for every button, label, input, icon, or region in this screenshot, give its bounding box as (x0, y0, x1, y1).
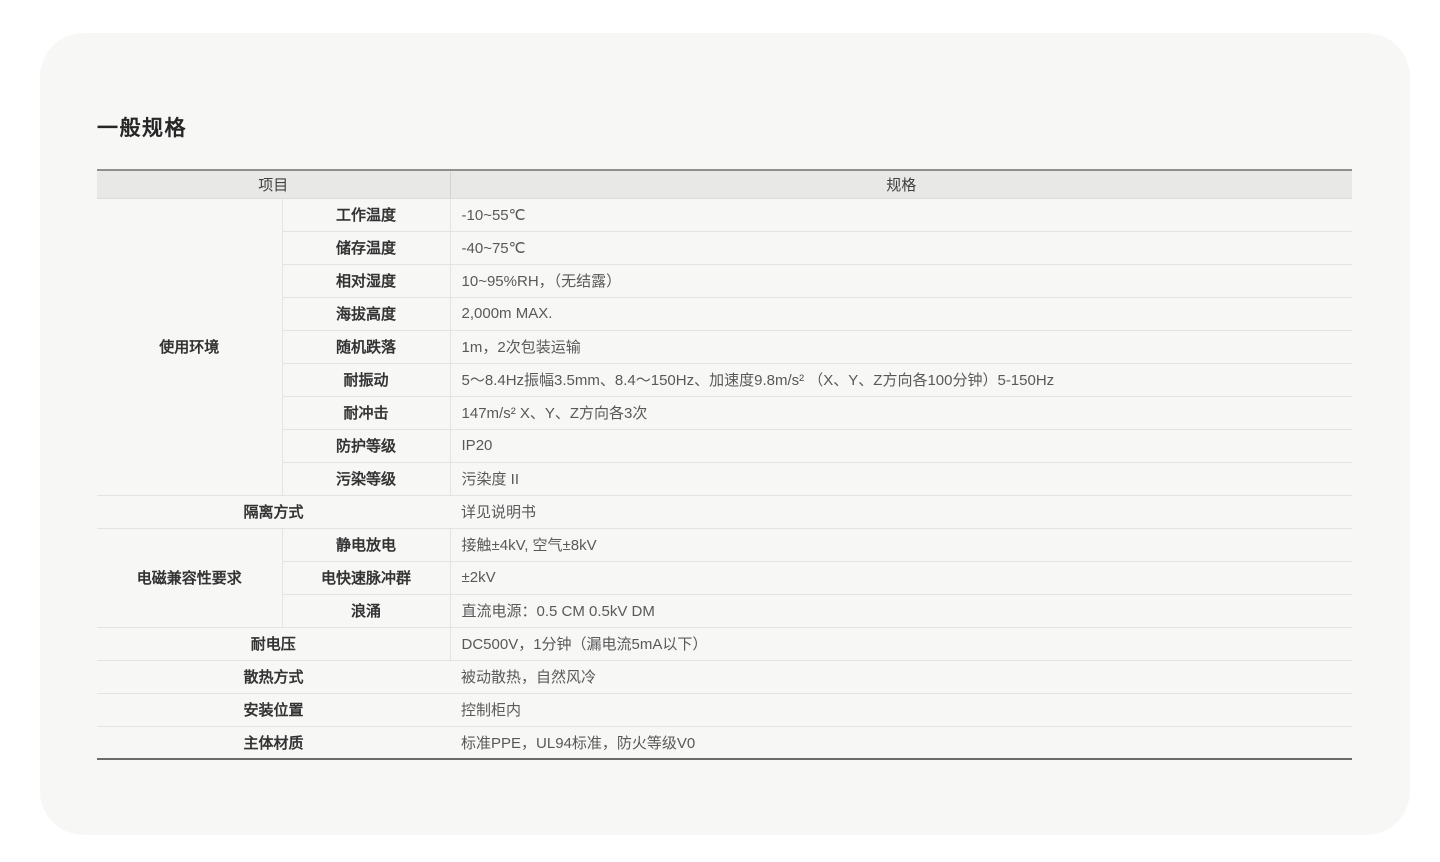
table-row: 耐冲击 147m/s² X、Y、Z方向各3次 (97, 396, 1352, 429)
spec-value: DC500V，1分钟（漏电流5mA以下） (450, 627, 1352, 660)
spec-value: 污染度 II (450, 462, 1352, 495)
spec-item-label: 隔离方式 (97, 495, 450, 528)
table-row: 海拔高度 2,000m MAX. (97, 297, 1352, 330)
table-row: 主体材质 标准PPE，UL94标准，防火等级V0 (97, 726, 1352, 759)
table-row: 污染等级 污染度 II (97, 462, 1352, 495)
table-row: 储存温度 -40~75℃ (97, 231, 1352, 264)
table-row: 耐电压 DC500V，1分钟（漏电流5mA以下） (97, 627, 1352, 660)
table-row: 电磁兼容性要求 静电放电 接触±4kV, 空气±8kV (97, 528, 1352, 561)
table-row: 随机跌落 1m，2次包装运输 (97, 330, 1352, 363)
spec-value: 1m，2次包装运输 (450, 330, 1352, 363)
spec-item-label: 耐振动 (282, 363, 450, 396)
spec-value: 控制柜内 (450, 693, 1352, 726)
spec-item-label: 海拔高度 (282, 297, 450, 330)
spec-value: 5～8.4Hz振幅3.5mm、8.4～150Hz、加速度9.8m/s² （X、Y… (450, 363, 1352, 396)
page-title: 一般规格 (97, 112, 1410, 142)
spec-value: 2,000m MAX. (450, 297, 1352, 330)
spec-item-label: 安装位置 (97, 693, 450, 726)
spec-value: -10~55℃ (450, 198, 1352, 231)
content-area: 一般规格 项目 规格 使用环境 工作温度 -10~55℃ 储存温度 -40~75… (40, 33, 1410, 760)
spec-group-label: 使用环境 (97, 198, 282, 495)
spec-group-label: 电磁兼容性要求 (97, 528, 282, 627)
table-row: 相对湿度 10~95%RH，（无结露） (97, 264, 1352, 297)
table-row: 浪涌 直流电源：0.5 CM 0.5kV DM (97, 594, 1352, 627)
table-row: 安装位置 控制柜内 (97, 693, 1352, 726)
spec-item-label: 耐电压 (97, 627, 450, 660)
spec-table: 项目 规格 使用环境 工作温度 -10~55℃ 储存温度 -40~75℃ 相对湿… (97, 169, 1352, 760)
spec-item-label: 随机跌落 (282, 330, 450, 363)
table-row: 使用环境 工作温度 -10~55℃ (97, 198, 1352, 231)
table-header-row: 项目 规格 (97, 170, 1352, 198)
table-row: 防护等级 IP20 (97, 429, 1352, 462)
spec-value: -40~75℃ (450, 231, 1352, 264)
table-row: 电快速脉冲群 ±2kV (97, 561, 1352, 594)
spec-value: 标准PPE，UL94标准，防火等级V0 (450, 726, 1352, 759)
spec-item-label: 散热方式 (97, 660, 450, 693)
spec-value: IP20 (450, 429, 1352, 462)
spec-item-label: 耐冲击 (282, 396, 450, 429)
spec-value: 10~95%RH，（无结露） (450, 264, 1352, 297)
table-row: 散热方式 被动散热，自然风冷 (97, 660, 1352, 693)
spec-item-label: 相对湿度 (282, 264, 450, 297)
spec-item-label: 静电放电 (282, 528, 450, 561)
spec-item-label: 工作温度 (282, 198, 450, 231)
spec-value: 147m/s² X、Y、Z方向各3次 (450, 396, 1352, 429)
spec-item-label: 防护等级 (282, 429, 450, 462)
table-row: 耐振动 5～8.4Hz振幅3.5mm、8.4～150Hz、加速度9.8m/s² … (97, 363, 1352, 396)
spec-value: 详见说明书 (450, 495, 1352, 528)
spec-value: ±2kV (450, 561, 1352, 594)
table-row: 隔离方式 详见说明书 (97, 495, 1352, 528)
spec-item-label: 主体材质 (97, 726, 450, 759)
spec-item-label: 污染等级 (282, 462, 450, 495)
table-header-item: 项目 (97, 170, 450, 198)
spec-value: 接触±4kV, 空气±8kV (450, 528, 1352, 561)
spec-item-label: 浪涌 (282, 594, 450, 627)
spec-value: 被动散热，自然风冷 (450, 660, 1352, 693)
content-card: 一般规格 项目 规格 使用环境 工作温度 -10~55℃ 储存温度 -40~75… (40, 33, 1410, 835)
spec-value: 直流电源：0.5 CM 0.5kV DM (450, 594, 1352, 627)
spec-item-label: 电快速脉冲群 (282, 561, 450, 594)
table-header-spec: 规格 (450, 170, 1352, 198)
spec-item-label: 储存温度 (282, 231, 450, 264)
